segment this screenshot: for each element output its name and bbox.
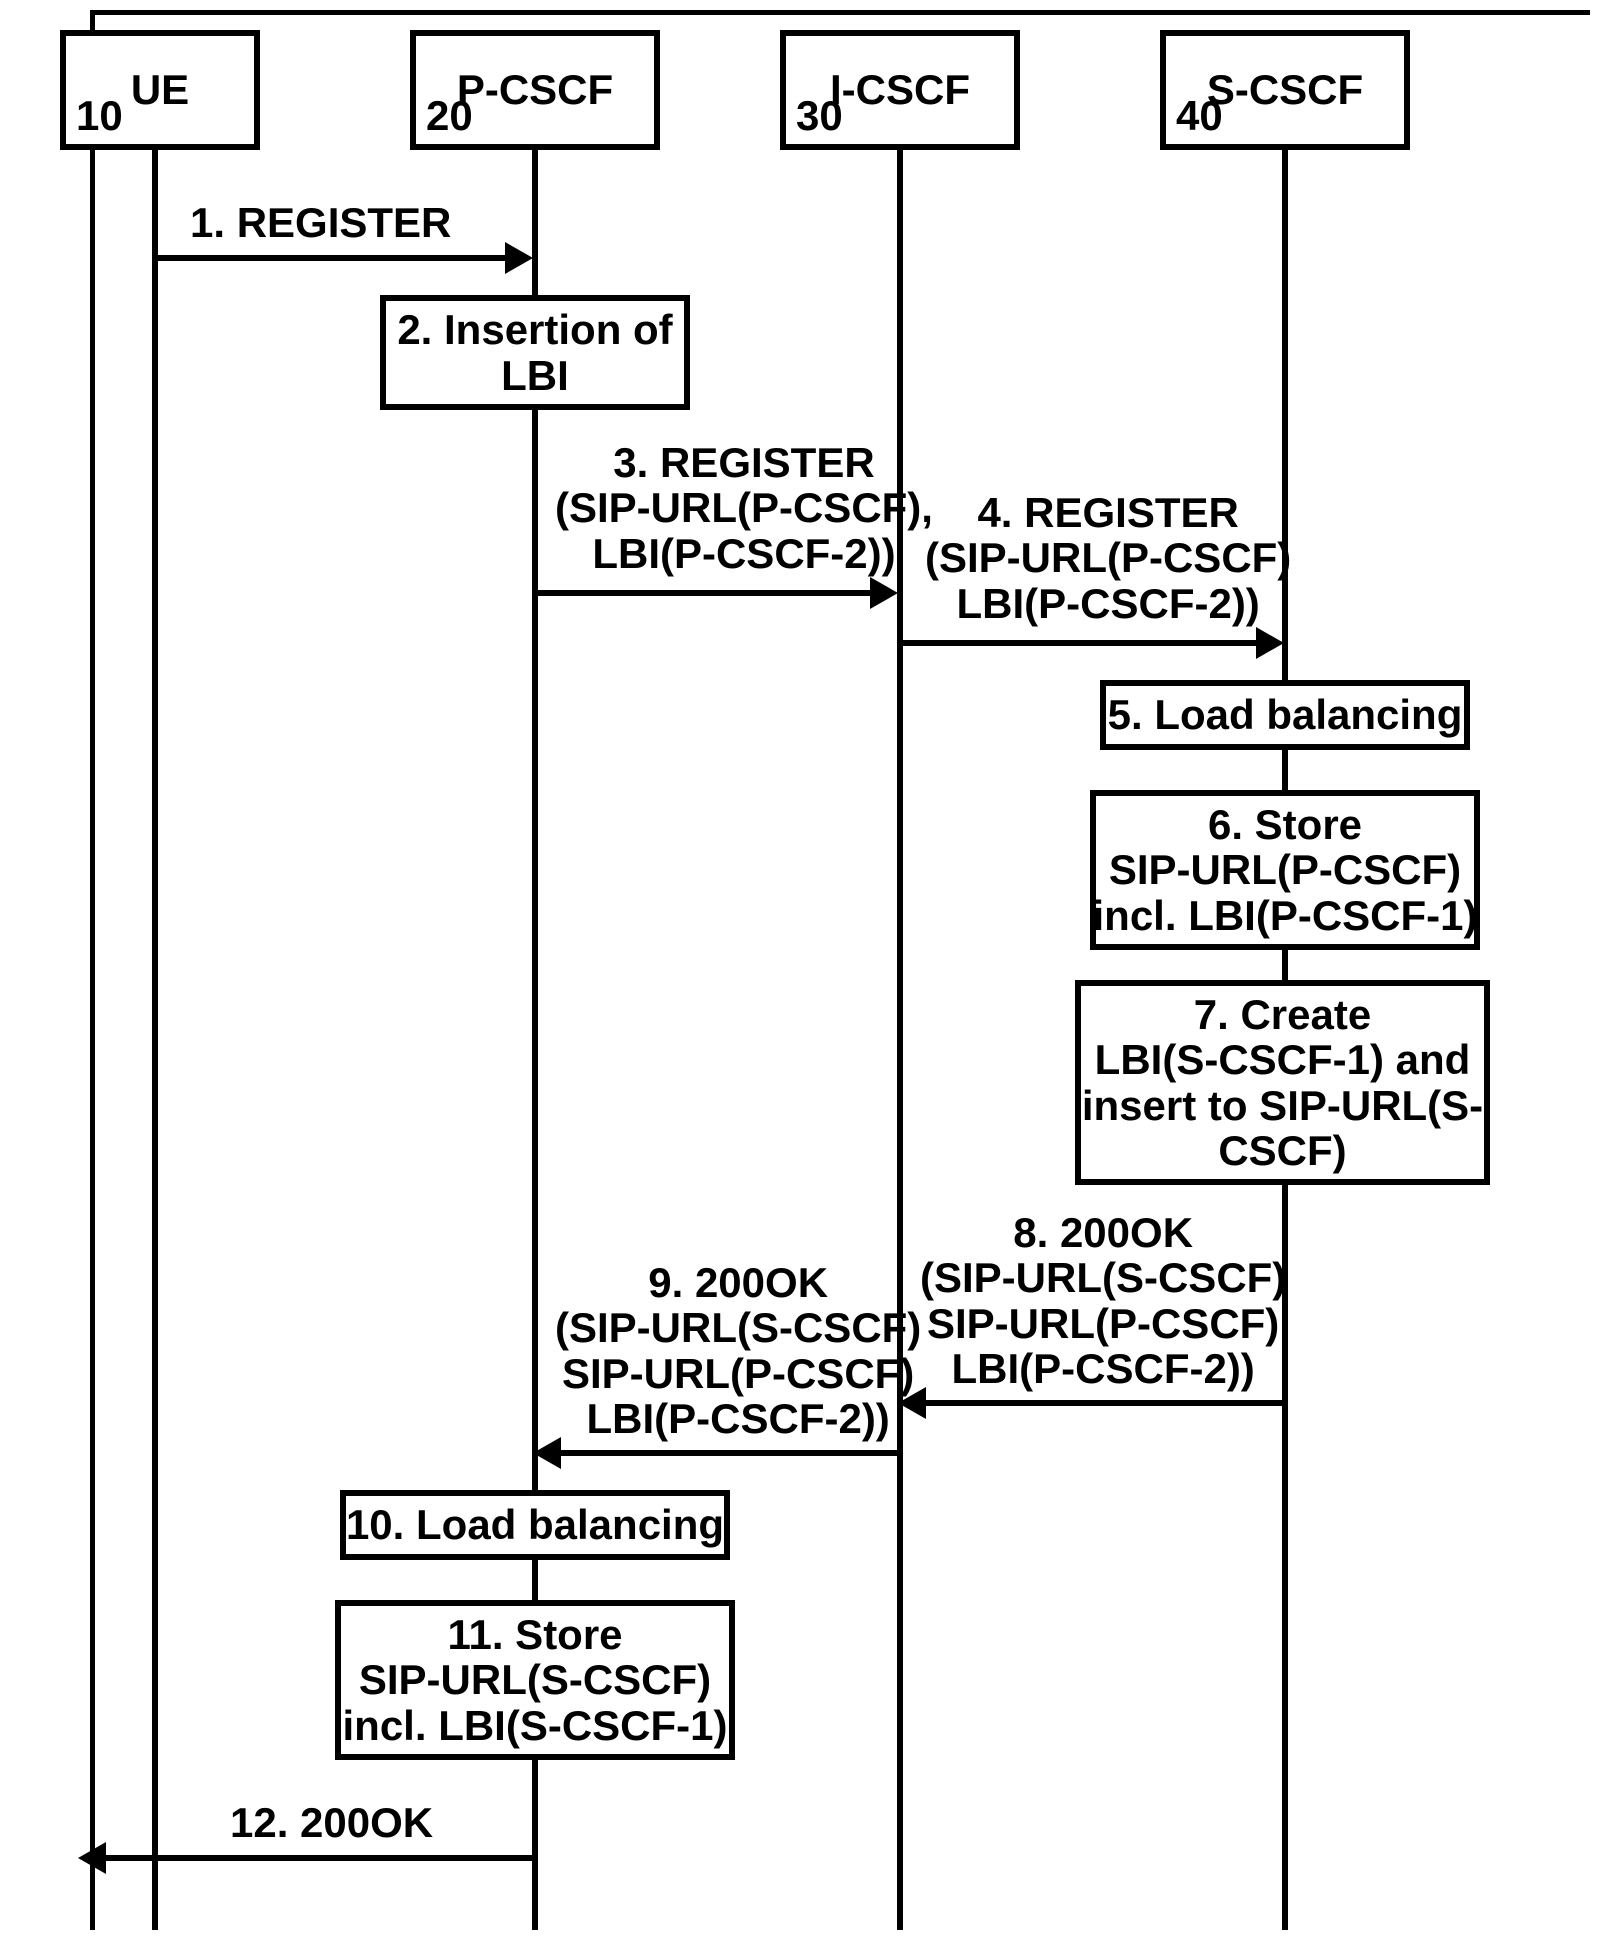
actor-ue-num: 10 <box>76 92 123 140</box>
actor-pcscf-num: 20 <box>426 92 473 140</box>
sequence-diagram: UE 10 P-CSCF 20 I-CSCF 30 S-CSCF 40 1. R… <box>0 0 1601 1943</box>
msg-1-label: 1. REGISTER <box>190 200 451 245</box>
msg-9-arrow <box>533 1437 561 1469</box>
step-2-box: 2. Insertion of LBI <box>380 295 690 410</box>
msg-4-label: 4. REGISTER (SIP-URL(P-CSCF) LBI(P-CSCF-… <box>925 490 1291 626</box>
msg-3-label: 3. REGISTER (SIP-URL(P-CSCF), LBI(P-CSCF… <box>555 440 933 576</box>
msg-4-line <box>900 640 1265 646</box>
actor-pcscf: P-CSCF 20 <box>410 30 660 150</box>
msg-12-label: 12. 200OK <box>230 1800 433 1845</box>
msg-9-line <box>555 1450 900 1456</box>
actor-ue: UE 10 <box>60 30 260 150</box>
step-10-box: 10. Load balancing <box>340 1490 730 1560</box>
diagram-frame <box>90 10 1590 1930</box>
actor-icscf: I-CSCF 30 <box>780 30 1020 150</box>
msg-8-label: 8. 200OK (SIP-URL(S-CSCF) SIP-URL(P-CSCF… <box>920 1210 1286 1391</box>
msg-12-arrow <box>78 1842 106 1874</box>
msg-12-line <box>100 1855 535 1861</box>
step-5-box: 5. Load balancing <box>1100 680 1470 750</box>
actor-icscf-num: 30 <box>796 92 843 140</box>
msg-9-label: 9. 200OK (SIP-URL(S-CSCF) SIP-URL(P-CSCF… <box>555 1260 921 1441</box>
lifeline-icscf <box>897 150 903 1930</box>
msg-8-line <box>920 1400 1285 1406</box>
msg-4-arrow <box>1256 627 1284 659</box>
step-11-box: 11. Store SIP-URL(S-CSCF) incl. LBI(S-CS… <box>335 1600 735 1760</box>
step-7-box: 7. Create LBI(S-CSCF-1) and insert to SI… <box>1075 980 1490 1185</box>
msg-1-arrow <box>505 242 533 274</box>
msg-3-line <box>535 590 880 596</box>
msg-3-arrow <box>870 577 898 609</box>
msg-1-line <box>155 255 515 261</box>
step-6-box: 6. Store SIP-URL(P-CSCF) incl. LBI(P-CSC… <box>1090 790 1480 950</box>
actor-scscf-num: 40 <box>1176 92 1223 140</box>
actor-scscf: S-CSCF 40 <box>1160 30 1410 150</box>
lifeline-ue <box>152 150 158 1930</box>
